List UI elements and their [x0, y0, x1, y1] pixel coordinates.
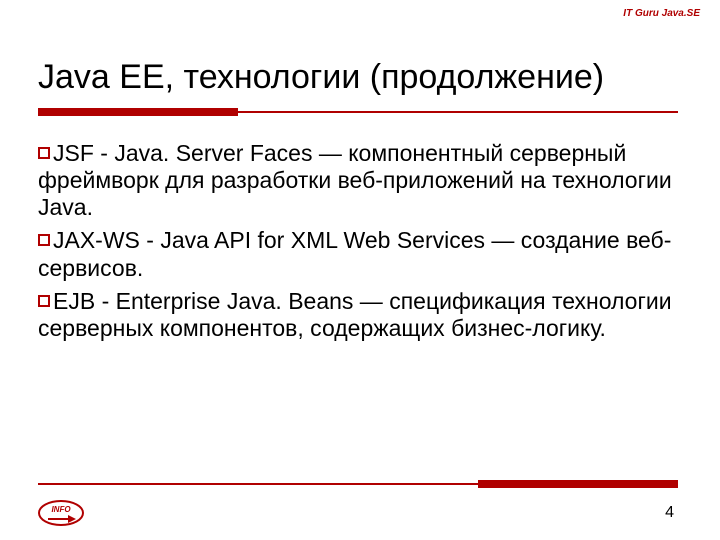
underline-thin [238, 111, 678, 113]
bullet-marker-icon [38, 234, 50, 246]
footer-underline [38, 478, 678, 488]
bullet-marker-icon [38, 147, 50, 159]
slide: IT Guru Java.SE Java EE, технологии (про… [0, 0, 720, 540]
footer-underline-thick [478, 480, 678, 488]
bullet-marker-icon [38, 295, 50, 307]
title-underline [38, 108, 678, 118]
logo-text: INFO [51, 505, 71, 514]
header-course-label: IT Guru Java.SE [623, 8, 700, 19]
bullet-item: JSF - Java. Server Faces — компонентный … [38, 140, 686, 221]
bullet-item: EJB - Enterprise Java. Beans — специфика… [38, 288, 686, 342]
logo-icon: INFO [38, 500, 84, 526]
underline-thick [38, 108, 238, 116]
bullet-text: EJB - Enterprise Java. Beans — специфика… [38, 288, 672, 341]
page-number: 4 [665, 504, 674, 522]
slide-body: JSF - Java. Server Faces — компонентный … [38, 140, 686, 348]
bullet-text: JAX-WS - Java API for XML Web Services —… [38, 227, 671, 280]
bullet-text: JSF - Java. Server Faces — компонентный … [38, 140, 672, 220]
bullet-item: JAX-WS - Java API for XML Web Services —… [38, 227, 686, 281]
slide-title: Java EE, технологии (продолжение) [38, 58, 690, 97]
